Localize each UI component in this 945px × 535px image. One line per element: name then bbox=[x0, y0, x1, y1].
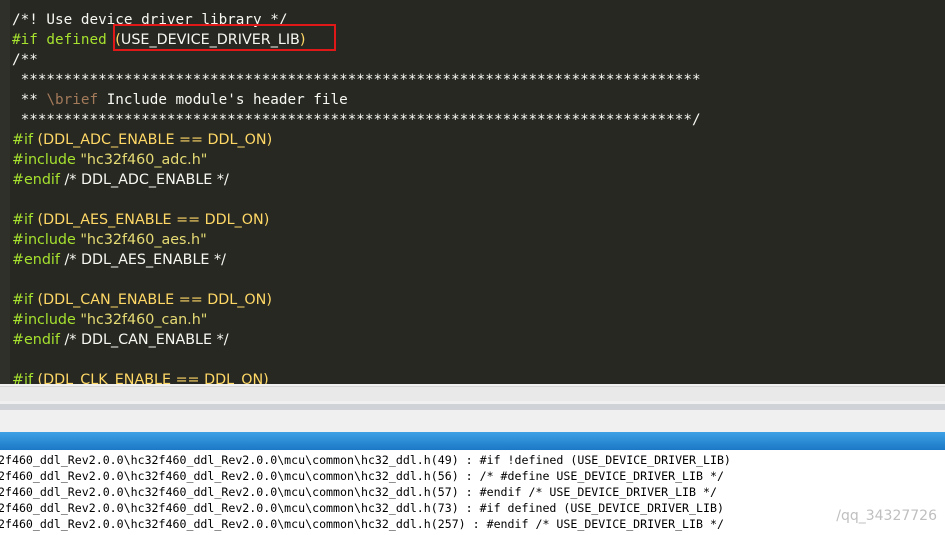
code-token: /* DDL_CAN_ENABLE */ bbox=[64, 332, 229, 348]
code-token: == bbox=[175, 372, 200, 384]
code-token: /* DDL_AES_ENABLE */ bbox=[64, 252, 226, 268]
code-token: "hc32f460_can.h" bbox=[80, 312, 208, 328]
code-token: "hc32f460_adc.h" bbox=[80, 152, 208, 168]
search-result-line[interactable]: 2f460_ddl_Rev2.0.0\hc32f460_ddl_Rev2.0.0… bbox=[0, 516, 724, 532]
code-token: #if bbox=[12, 132, 38, 148]
code-line[interactable]: #endif /* DDL_AES_ENABLE */ bbox=[12, 250, 701, 270]
code-token: ) bbox=[263, 212, 270, 228]
watermark-text: /qq_34327726 bbox=[836, 508, 937, 524]
code-token: #include bbox=[12, 312, 81, 328]
code-line[interactable]: #if (DDL_CAN_ENABLE == DDL_ON) bbox=[12, 290, 701, 310]
code-line[interactable]: #endif /* DDL_CAN_ENABLE */ bbox=[12, 330, 701, 350]
code-token: #if bbox=[12, 212, 38, 228]
search-result-line[interactable]: 2f460_ddl_Rev2.0.0\hc32f460_ddl_Rev2.0.0… bbox=[0, 468, 724, 484]
code-token: DDL_CAN_ENABLE bbox=[43, 292, 179, 308]
code-line[interactable]: #include "hc32f460_can.h" bbox=[12, 310, 701, 330]
code-token: \brief bbox=[46, 92, 99, 108]
code-token: #endif bbox=[12, 252, 65, 268]
search-result-line[interactable]: 2f460_ddl_Rev2.0.0\hc32f460_ddl_Rev2.0.0… bbox=[0, 484, 717, 500]
code-token: /* DDL_ADC_ENABLE */ bbox=[64, 172, 229, 188]
search-result-line[interactable]: 2f460_ddl_Rev2.0.0\hc32f460_ddl_Rev2.0.0… bbox=[0, 500, 724, 516]
code-line[interactable]: ****************************************… bbox=[12, 70, 701, 90]
code-token: DDL_ON bbox=[199, 372, 264, 384]
code-line[interactable]: #if (DDL_ADC_ENABLE == DDL_ON) bbox=[12, 130, 701, 150]
code-line[interactable]: ** \brief Include module's header file bbox=[12, 90, 701, 110]
highlight-box bbox=[113, 24, 336, 51]
code-token: DDL_AES_ENABLE bbox=[43, 212, 177, 228]
horizontal-scrollbar[interactable] bbox=[0, 386, 945, 401]
code-area[interactable]: /*! Use device driver library */#if defi… bbox=[12, 10, 701, 384]
code-token: #endif bbox=[12, 172, 65, 188]
code-line[interactable]: #endif /* DDL_ADC_ENABLE */ bbox=[12, 170, 701, 190]
code-token: ) bbox=[266, 292, 272, 308]
results-panel-titlebar bbox=[0, 432, 945, 450]
code-token: /** bbox=[12, 52, 38, 68]
code-token: #if defined bbox=[12, 32, 116, 48]
code-line[interactable] bbox=[12, 350, 701, 370]
code-line[interactable] bbox=[12, 190, 701, 210]
code-token: #include bbox=[12, 152, 81, 168]
code-line[interactable]: ****************************************… bbox=[12, 110, 701, 130]
code-token: #if bbox=[12, 292, 38, 308]
code-token: DDL_ON bbox=[203, 132, 267, 148]
code-line[interactable]: #if (DDL_AES_ENABLE == DDL_ON) bbox=[12, 210, 701, 230]
code-token: ****************************************… bbox=[12, 72, 701, 88]
code-token: #if bbox=[12, 372, 38, 384]
code-line[interactable]: #include "hc32f460_aes.h" bbox=[12, 230, 701, 250]
code-token: == bbox=[179, 132, 203, 148]
code-token: ** bbox=[12, 92, 47, 108]
search-results-panel[interactable]: 2f460_ddl_Rev2.0.0\hc32f460_ddl_Rev2.0.0… bbox=[0, 450, 945, 535]
splitter-handle[interactable] bbox=[0, 404, 945, 410]
code-token: ) bbox=[266, 132, 273, 148]
code-token: ****************************************… bbox=[12, 112, 701, 128]
code-token: ) bbox=[263, 372, 269, 384]
code-token: DDL_ON bbox=[202, 292, 267, 308]
editor-gutter bbox=[0, 0, 10, 384]
code-token: DDL_CLK_ENABLE bbox=[43, 372, 176, 384]
code-editor[interactable]: /*! Use device driver library */#if defi… bbox=[0, 0, 945, 384]
code-token: Include module's header file bbox=[98, 92, 348, 108]
code-token: DDL_ON bbox=[200, 212, 264, 228]
search-result-line[interactable]: 2f460_ddl_Rev2.0.0\hc32f460_ddl_Rev2.0.0… bbox=[0, 452, 731, 468]
code-token: "hc32f460_aes.h" bbox=[80, 232, 207, 248]
code-line[interactable]: /** bbox=[12, 50, 701, 70]
code-line[interactable]: #include "hc32f460_adc.h" bbox=[12, 150, 701, 170]
code-line[interactable] bbox=[12, 270, 701, 290]
code-token: #endif bbox=[12, 332, 65, 348]
code-line[interactable]: #if (DDL_CLK_ENABLE == DDL_ON) bbox=[12, 370, 701, 384]
code-token: == bbox=[178, 292, 203, 308]
code-token: #include bbox=[12, 232, 81, 248]
code-token: DDL_ADC_ENABLE bbox=[43, 132, 180, 148]
code-token: == bbox=[176, 212, 201, 228]
